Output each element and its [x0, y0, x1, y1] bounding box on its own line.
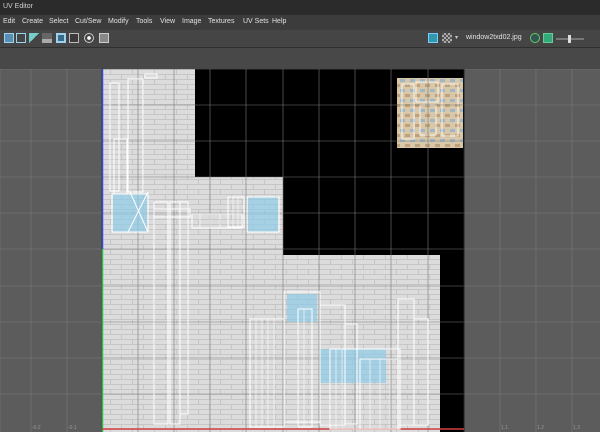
- dropdown-icon[interactable]: ▾: [455, 34, 458, 41]
- menu-cut-sew[interactable]: Cut/Sew: [75, 18, 101, 25]
- axis-label: -0.2: [32, 425, 41, 431]
- uv-toolbar: ▾ window2txd02.jpg: [0, 30, 600, 48]
- axis-label: 1.3: [573, 425, 580, 431]
- eye-icon[interactable]: [530, 33, 540, 43]
- uv-frame-icon[interactable]: [56, 33, 66, 43]
- axis-label: -0.1: [68, 425, 77, 431]
- uv-dot-icon[interactable]: [84, 33, 94, 43]
- menu-uv-sets[interactable]: UV Sets: [243, 18, 269, 25]
- uv-image-icon[interactable]: [69, 33, 79, 43]
- menu-create[interactable]: Create: [22, 18, 43, 25]
- axis-label: 1.2: [537, 425, 544, 431]
- menu-help[interactable]: Help: [272, 18, 286, 25]
- uv-grid-icon[interactable]: [16, 33, 26, 43]
- texture-thumbnail: [397, 78, 463, 148]
- menu-select[interactable]: Select: [49, 18, 68, 25]
- window-titlebar: UV Editor: [0, 0, 600, 15]
- menu-bar: Edit Create Select Cut/Sew Modify Tools …: [0, 15, 600, 30]
- menu-edit[interactable]: Edit: [3, 18, 15, 25]
- menu-tools[interactable]: Tools: [136, 18, 152, 25]
- image-swatch-icon[interactable]: [543, 33, 553, 43]
- checker-icon[interactable]: [442, 33, 452, 43]
- uv-stack-icon[interactable]: [42, 33, 52, 43]
- exposure-slider[interactable]: [556, 35, 584, 43]
- menu-textures[interactable]: Textures: [208, 18, 234, 25]
- display-image-icon[interactable]: [428, 33, 438, 43]
- menu-view[interactable]: View: [160, 18, 175, 25]
- uv-viewport[interactable]: [0, 69, 600, 432]
- axis-label: 1.1: [501, 425, 508, 431]
- menu-image[interactable]: Image: [182, 18, 201, 25]
- uv-shell-icon[interactable]: [29, 33, 39, 43]
- uv-canvas: [0, 69, 600, 432]
- texture-name: window2txd02.jpg: [466, 34, 522, 41]
- uv-tiles-icon[interactable]: [4, 33, 14, 43]
- panel-header: [0, 48, 600, 70]
- window-title: UV Editor: [3, 3, 33, 10]
- menu-modify[interactable]: Modify: [108, 18, 129, 25]
- uv-snapshot-icon[interactable]: [99, 33, 109, 43]
